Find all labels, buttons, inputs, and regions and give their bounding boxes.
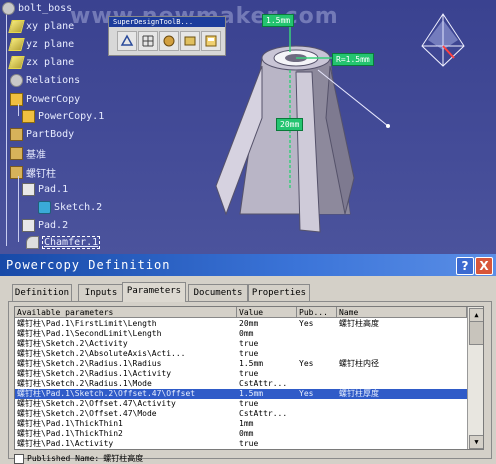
published-checkbox[interactable] bbox=[14, 453, 24, 464]
table-row[interactable]: 螺钉柱\Sketch.2\Activity true bbox=[15, 339, 467, 349]
dialog-title: Powercopy Definition bbox=[6, 258, 171, 272]
table-cell-name: 螺钉柱厚度 bbox=[339, 389, 379, 398]
column-header-parameters[interactable]: Available parameters bbox=[15, 307, 237, 318]
tab-inputs[interactable]: Inputs bbox=[78, 284, 124, 301]
table-cell-value: CstAttr... bbox=[239, 379, 288, 388]
table-cell-param: 螺钉柱\Pad.1\ThickThin1 bbox=[17, 419, 123, 428]
table-row[interactable]: 螺钉柱\Sketch.2\Offset.47\Activity true bbox=[15, 399, 467, 409]
published-label: Published Name: bbox=[27, 454, 100, 463]
dimension-label-right[interactable]: R=1.5mm bbox=[332, 53, 374, 66]
scroll-up-icon[interactable]: ▲ bbox=[469, 308, 483, 322]
table-cell-param: 螺钉柱\Pad.1\SecondLimit\Length bbox=[17, 329, 162, 338]
table-cell-value: 0mm bbox=[239, 429, 254, 438]
scroll-thumb[interactable] bbox=[469, 321, 483, 345]
powercopy-dialog: Powercopy Definition ? X Definition Inpu… bbox=[0, 254, 496, 464]
table-cell-param: 螺钉柱\Sketch.2\Offset.47\Activity bbox=[17, 399, 176, 408]
table-cell-value: 0mm bbox=[239, 329, 254, 338]
table-row[interactable]: 螺钉柱\Pad.1\ThickThin1 1mm bbox=[15, 419, 467, 429]
table-cell-param: 螺钉柱\Pad.1\FirstLimit\Length bbox=[17, 319, 157, 328]
tab-definition[interactable]: Definition bbox=[12, 284, 72, 301]
compass-icon[interactable] bbox=[418, 10, 468, 70]
table-cell-value: true bbox=[239, 349, 259, 358]
table-row[interactable]: 螺钉柱\Pad.1\FirstLimit\Length 20mm Yes 螺钉柱高度 bbox=[15, 319, 467, 329]
table-cell-value: CstAttr... bbox=[239, 409, 288, 418]
table-cell-value: true bbox=[239, 439, 259, 448]
close-button[interactable]: X bbox=[475, 257, 493, 275]
table-cell-value: true bbox=[239, 339, 259, 348]
table-row[interactable]: 螺钉柱\Sketch.2\Radius.1\Radius 1.5mm Yes 螺钉柱内… bbox=[15, 359, 467, 369]
table-cell-value: 1.5mm bbox=[239, 359, 264, 368]
table-cell-pub: Yes bbox=[299, 319, 314, 328]
help-button[interactable]: ? bbox=[456, 257, 474, 275]
table-cell-value: 1mm bbox=[239, 419, 254, 428]
tab-documents[interactable]: Documents bbox=[188, 284, 248, 301]
table-cell-param: 螺钉柱\Sketch.2\Radius.1\Activity bbox=[17, 369, 172, 378]
table-cell-value: true bbox=[239, 369, 259, 378]
parameters-table[interactable]: Available parameters Value Pub... Name 螺… bbox=[14, 306, 484, 450]
column-header-value[interactable]: Value bbox=[237, 307, 297, 318]
tab-properties[interactable]: Properties bbox=[248, 284, 310, 301]
column-header-name[interactable]: Name bbox=[337, 307, 467, 318]
table-row[interactable]: 螺钉柱\Sketch.2\AbsoluteAxis\Acti... true bbox=[15, 349, 467, 359]
dialog-titlebar[interactable]: Powercopy Definition ? X bbox=[0, 254, 496, 276]
table-row[interactable]: 螺钉柱\Pad.1\Sketch.2\Offset.47\Offset 1.5mm… bbox=[15, 389, 467, 399]
table-row[interactable]: 螺钉柱\Sketch.2\Offset.47\Mode CstAttr... bbox=[15, 409, 467, 419]
dimension-label-top[interactable]: 1.5mm bbox=[262, 14, 295, 27]
published-value: 螺钉柱高度 bbox=[103, 454, 144, 463]
tab-parameters[interactable]: Parameters bbox=[122, 282, 186, 302]
table-cell-param: 螺钉柱\Sketch.2\Radius.1\Mode bbox=[17, 379, 152, 388]
table-row[interactable]: 螺钉柱\Pad.1\Activity true bbox=[15, 439, 467, 449]
table-row[interactable]: 螺钉柱\Sketch.2\Radius.1\Mode CstAttr... bbox=[15, 379, 467, 389]
table-cell-name: 螺钉柱高度 bbox=[339, 319, 379, 328]
table-cell-param: 螺钉柱\Sketch.2\Radius.1\Radius bbox=[17, 359, 162, 368]
table-cell-pub: Yes bbox=[299, 389, 314, 398]
table-cell-param: 螺钉柱\Sketch.2\AbsoluteAxis\Acti... bbox=[17, 349, 186, 358]
scroll-down-icon[interactable]: ▼ bbox=[469, 435, 483, 449]
column-header-published[interactable]: Pub... bbox=[297, 307, 337, 318]
table-cell-param: 螺钉柱\Pad.1\ThickThin2 bbox=[17, 429, 123, 438]
3d-viewport[interactable]: www.newmaker.com bolt_boss xy plane yz p… bbox=[0, 0, 496, 254]
vertical-scrollbar[interactable]: ▲ ▼ bbox=[467, 307, 483, 449]
table-cell-param: 螺钉柱\Pad.1\Activity bbox=[17, 439, 114, 448]
dimension-label-middle[interactable]: 20mm bbox=[276, 118, 304, 131]
published-name-field[interactable]: Published Name: 螺钉柱高度 bbox=[14, 453, 143, 464]
table-cell-param: 螺钉柱\Sketch.2\Offset.47\Mode bbox=[17, 409, 157, 418]
table-cell-pub: Yes bbox=[299, 359, 314, 368]
table-cell-value: true bbox=[239, 399, 259, 408]
table-cell-name: 螺钉柱内径 bbox=[339, 359, 379, 368]
table-row[interactable]: 螺钉柱\Pad.1\ThickThin2 0mm bbox=[15, 429, 467, 439]
table-cell-param: 螺钉柱\Sketch.2\Activity bbox=[17, 339, 128, 348]
table-cell-param: 螺钉柱\Pad.1\Sketch.2\Offset.47\Offset bbox=[17, 389, 196, 398]
table-row[interactable]: 螺钉柱\Sketch.2\Radius.1\Activity true bbox=[15, 369, 467, 379]
table-row[interactable]: 螺钉柱\Pad.1\SecondLimit\Length 0mm bbox=[15, 329, 467, 339]
table-cell-value: 20mm bbox=[239, 319, 259, 328]
table-cell-value: 1.5mm bbox=[239, 389, 264, 398]
